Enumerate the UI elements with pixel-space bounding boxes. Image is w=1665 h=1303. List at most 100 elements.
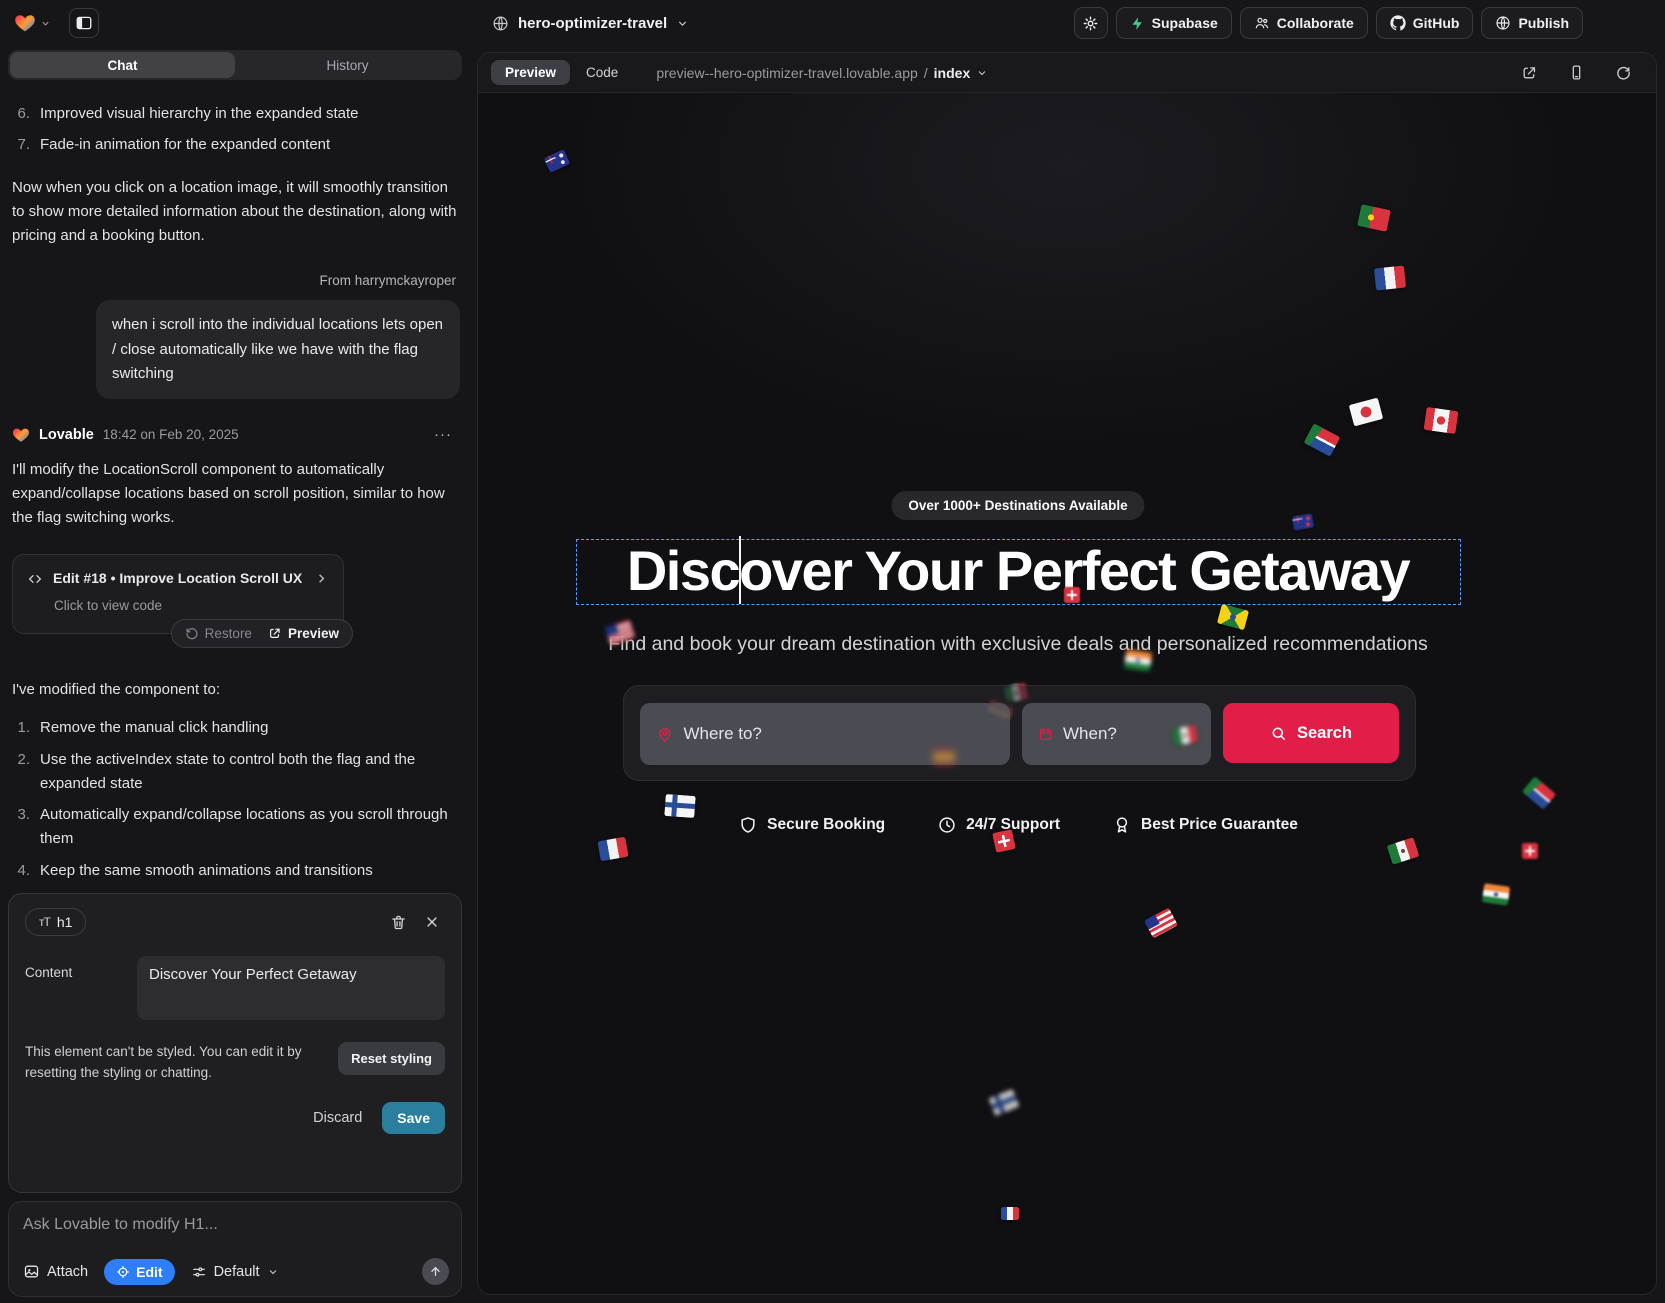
- search-button[interactable]: Search: [1223, 703, 1399, 763]
- preview-button[interactable]: Preview: [268, 623, 339, 645]
- search-card: Search: [623, 685, 1416, 781]
- styling-note: This element can't be styled. You can ed…: [25, 1042, 324, 1084]
- discard-button[interactable]: Discard: [313, 1110, 362, 1126]
- send-button[interactable]: [422, 1258, 449, 1285]
- agent-paragraph: I'll modify the LocationScroll component…: [12, 458, 460, 531]
- project-name: hero-optimizer-travel: [518, 15, 667, 32]
- supabase-label: Supabase: [1152, 15, 1218, 31]
- globe-icon: [1495, 15, 1511, 31]
- edit-mode-button[interactable]: Edit: [104, 1259, 174, 1285]
- sidebar-toggle-button[interactable]: [69, 8, 99, 38]
- agent-paragraph: I've modified the component to:: [12, 678, 460, 702]
- element-inspector-panel: тT h1 Content Discover Your Perfect Geta…: [8, 893, 462, 1193]
- list-item: 4.Keep the same smooth animations and tr…: [12, 859, 460, 883]
- in-flag: [1124, 649, 1152, 671]
- project-menu[interactable]: hero-optimizer-travel: [492, 0, 689, 46]
- chevron-down-icon: [976, 67, 988, 79]
- list-text: Remove the manual click handling: [40, 716, 268, 740]
- supabase-icon: [1130, 16, 1145, 31]
- preview-url[interactable]: preview--hero-optimizer-travel.lovable.a…: [656, 65, 988, 81]
- location-pin-icon: [656, 725, 673, 744]
- preview-pane: Preview Code preview--hero-optimizer-tra…: [477, 52, 1657, 1295]
- attach-button[interactable]: Attach: [23, 1263, 88, 1280]
- agent-name: Lovable: [39, 424, 94, 447]
- search-icon: [1270, 725, 1287, 742]
- list-text: Use the activeIndex state to control bot…: [40, 748, 460, 797]
- mx-flag: [1387, 837, 1420, 865]
- fr-flag: [597, 837, 628, 862]
- list-item: 7.Fade-in animation for the expanded con…: [12, 133, 460, 157]
- preview-label: Preview: [288, 623, 339, 645]
- agent-list-continued: 6.Improved visual hierarchy in the expan…: [12, 102, 460, 158]
- lovable-heart-icon: [14, 12, 36, 34]
- top-actions: Supabase Collaborate GitHub Publish: [1074, 7, 1583, 39]
- search-label: Search: [1297, 724, 1352, 743]
- fi-flag: [988, 1089, 1019, 1116]
- url-host: preview--hero-optimizer-travel.lovable.a…: [656, 65, 917, 81]
- users-icon: [1254, 15, 1270, 31]
- chevron-down-icon: [40, 18, 51, 29]
- list-item: 1.Remove the manual click handling: [12, 716, 460, 740]
- settings-button[interactable]: [1074, 7, 1108, 39]
- github-icon: [1390, 15, 1406, 31]
- destinations-badge: Over 1000+ Destinations Available: [891, 491, 1144, 520]
- feature-badges: Secure Booking 24/7 Support Best Price G…: [478, 815, 1558, 835]
- close-icon: [424, 914, 440, 930]
- lovable-logo-menu[interactable]: [14, 12, 51, 34]
- where-input[interactable]: [683, 724, 993, 744]
- publish-button[interactable]: Publish: [1481, 7, 1583, 39]
- agent-message-header: Lovable 18:42 on Feb 20, 2025 ···: [12, 423, 460, 447]
- list-item: 2.Use the activeIndex state to control b…: [12, 748, 460, 797]
- preview-toolbar-icons: [1519, 63, 1643, 83]
- gear-icon: [1082, 15, 1099, 32]
- collaborate-button[interactable]: Collaborate: [1240, 7, 1368, 39]
- mode-selector[interactable]: Default: [191, 1264, 279, 1280]
- tab-code[interactable]: Code: [586, 65, 618, 80]
- message-menu-button[interactable]: ···: [434, 423, 452, 447]
- external-link-icon: [1521, 64, 1538, 81]
- element-tag: h1: [57, 914, 73, 930]
- open-in-new-tab-button[interactable]: [1519, 63, 1539, 83]
- chat-sidebar: Chat History 6.Improved visual hierarchy…: [0, 46, 472, 1303]
- restore-button[interactable]: Restore: [185, 623, 252, 645]
- content-label: Content: [25, 956, 123, 1020]
- ca-flag: [1424, 407, 1459, 434]
- feature-label: Best Price Guarantee: [1141, 816, 1298, 834]
- composer-input[interactable]: [23, 1216, 447, 1234]
- user-message-bubble: when i scroll into the individual locati…: [96, 300, 460, 399]
- tab-preview[interactable]: Preview: [491, 60, 570, 85]
- attach-image-icon: [23, 1263, 40, 1280]
- panel-toggle-icon: [75, 14, 93, 32]
- tab-history[interactable]: History: [235, 52, 460, 78]
- trash-icon: [390, 914, 407, 931]
- chevron-right-icon: [314, 571, 329, 586]
- list-text: Fade-in animation for the expanded conte…: [40, 133, 330, 157]
- ch-flag: [1064, 587, 1080, 603]
- hero-title[interactable]: Discover Your Perfect Getaway: [478, 537, 1558, 605]
- chat-messages[interactable]: 6.Improved visual hierarchy in the expan…: [0, 86, 472, 893]
- shield-icon: [738, 815, 758, 835]
- globe-icon: [492, 15, 509, 32]
- refresh-button[interactable]: [1613, 63, 1633, 83]
- tab-chat[interactable]: Chat: [10, 52, 235, 78]
- nz-flag: [1292, 513, 1314, 530]
- mobile-view-button[interactable]: [1566, 63, 1586, 83]
- github-button[interactable]: GitHub: [1376, 7, 1474, 39]
- text-caret: [739, 536, 741, 604]
- agent-paragraph: Now when you click on a location image, …: [12, 176, 460, 249]
- fr-flag: [1001, 1207, 1019, 1220]
- collaborate-label: Collaborate: [1277, 15, 1354, 31]
- reset-styling-button[interactable]: Reset styling: [338, 1042, 445, 1075]
- delete-element-button[interactable]: [385, 909, 411, 935]
- edit-card-wrap: Edit #18 • Improve Location Scroll UX Cl…: [12, 554, 344, 634]
- supabase-button[interactable]: Supabase: [1116, 7, 1232, 39]
- list-number: 2.: [12, 748, 30, 797]
- restore-icon: [185, 626, 199, 640]
- us-flag: [1144, 908, 1178, 939]
- element-tag-chip[interactable]: тT h1: [25, 908, 86, 936]
- close-inspector-button[interactable]: [419, 909, 445, 935]
- mode-label: Default: [214, 1264, 260, 1280]
- github-label: GitHub: [1413, 15, 1460, 31]
- save-button[interactable]: Save: [382, 1102, 445, 1134]
- content-input[interactable]: Discover Your Perfect Getaway: [137, 956, 445, 1020]
